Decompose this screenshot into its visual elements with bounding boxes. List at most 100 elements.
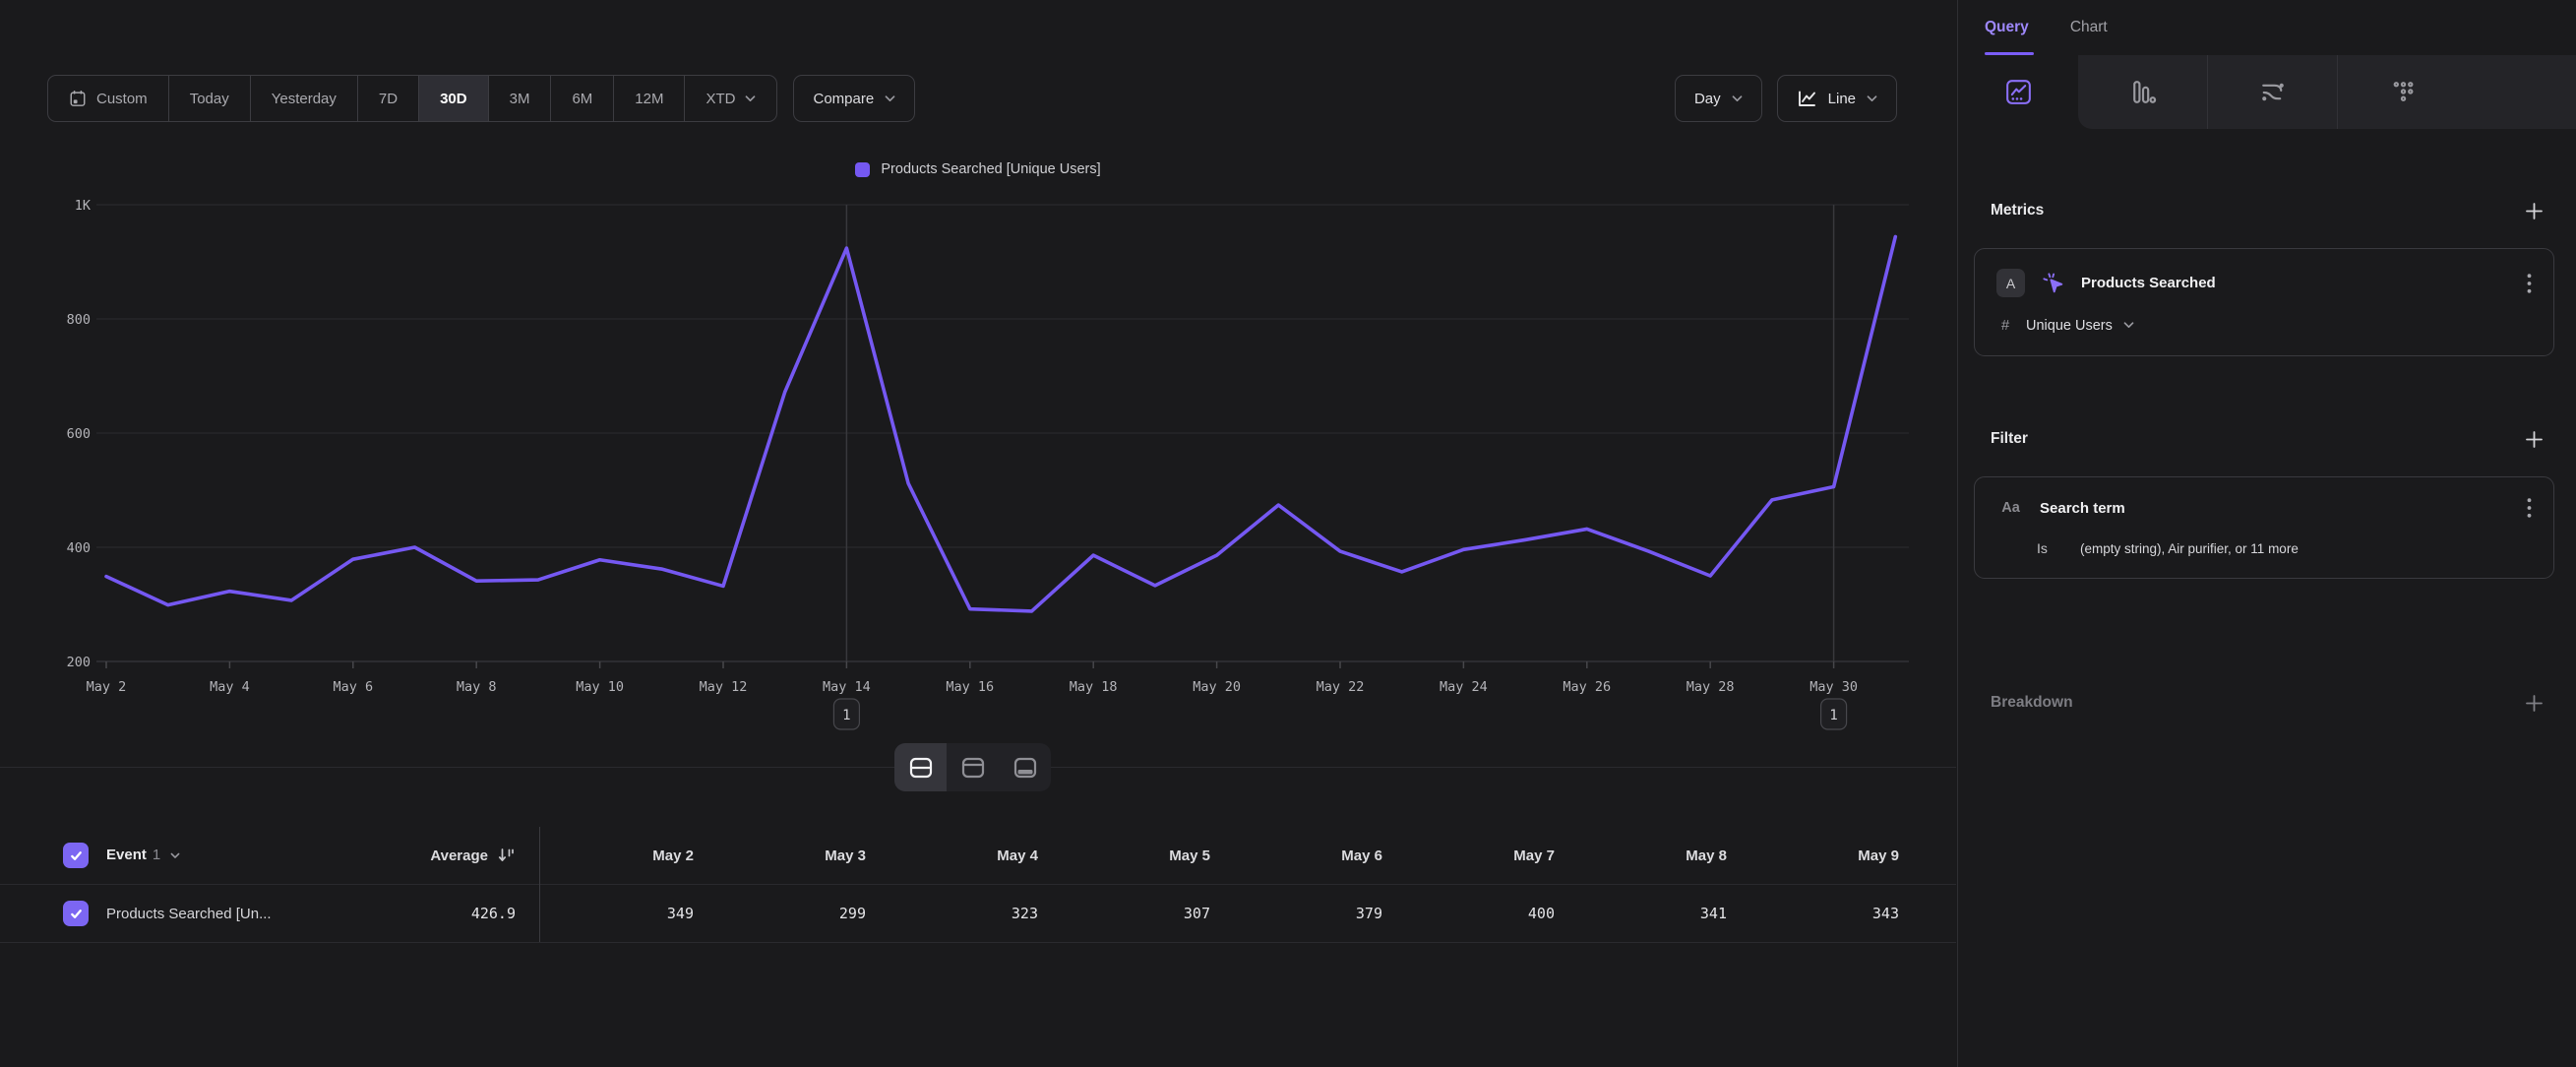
series-name: Products Searched [Un... <box>106 906 272 922</box>
aggregation-label: Unique Users <box>2026 318 2113 334</box>
column-header[interactable]: May 9 <box>1745 847 1917 864</box>
date-header-columns: May 2May 3May 4May 5May 6May 7May 8May 9 <box>539 847 1917 864</box>
filter-heading: Filter <box>1991 430 2028 448</box>
column-header[interactable]: May 7 <box>1400 847 1572 864</box>
flows-icon <box>2256 76 2289 108</box>
chart-type-button[interactable]: Line <box>1777 75 1897 122</box>
date-range-30d[interactable]: 30D <box>418 76 488 121</box>
column-header[interactable]: May 8 <box>1572 847 1745 864</box>
cell-value: 299 <box>711 905 884 922</box>
x-axis-label: May 16 <box>946 679 994 695</box>
cell-value: 400 <box>1400 905 1572 922</box>
filter-section-header: Filter <box>1991 425 2544 453</box>
x-axis-label: May 2 <box>87 679 127 695</box>
column-header[interactable]: May 2 <box>539 847 711 864</box>
x-axis-label: May 6 <box>333 679 373 695</box>
date-range-custom[interactable]: Custom <box>48 76 168 121</box>
average-header-cell[interactable]: Average <box>354 847 516 864</box>
metric-card[interactable]: A Products Searched # Unique Users <box>1974 248 2554 356</box>
add-breakdown-icon[interactable] <box>2525 694 2544 713</box>
query-type-insights[interactable] <box>1958 55 2078 129</box>
annotation-badge[interactable]: 1 <box>1821 699 1847 729</box>
breakdown-table: Event1 Average May 2May 3May 4May 5May 6… <box>0 827 1956 943</box>
table-column-divider <box>539 827 540 942</box>
cell-value: 379 <box>1228 905 1400 922</box>
data-series-line[interactable] <box>106 236 1895 610</box>
svg-text:1: 1 <box>842 708 850 723</box>
query-type-retention[interactable] <box>2337 55 2467 129</box>
x-axis-label: May 12 <box>700 679 748 695</box>
tab-query[interactable]: Query <box>1985 19 2029 36</box>
series-average: 426.9 <box>471 905 516 922</box>
aggregation-dropdown[interactable]: Unique Users <box>2026 318 2134 334</box>
filter-card[interactable]: Aa Search term Is (empty string), Air pu… <box>1974 476 2554 579</box>
breakdown-section-header: Breakdown <box>1991 689 2544 717</box>
kebab-menu-icon[interactable] <box>2527 497 2532 519</box>
y-axis-label: 400 <box>67 540 91 556</box>
event-header-cell: Event1 <box>0 843 354 868</box>
date-range-today[interactable]: Today <box>168 76 250 121</box>
table-view-button[interactable] <box>999 743 1051 791</box>
filter-value[interactable]: (empty string), Air purifier, or 11 more <box>2080 541 2299 556</box>
chevron-down-icon <box>170 852 180 859</box>
legend-label[interactable]: Products Searched [Unique Users] <box>881 161 1100 177</box>
date-range-yesterday[interactable]: Yesterday <box>250 76 357 121</box>
table-header-row: Event1 Average May 2May 3May 4May 5May 6… <box>0 827 1956 885</box>
query-type-flows[interactable] <box>2207 55 2337 129</box>
compare-button[interactable]: Compare <box>793 75 915 122</box>
chart-controls: Day Line <box>1675 75 1897 122</box>
series-checkbox[interactable] <box>63 901 89 926</box>
tab-chart[interactable]: Chart <box>2070 19 2108 36</box>
layout-switcher <box>894 743 1051 791</box>
aggregation-type-icon: # <box>1996 317 2014 334</box>
event-header-dropdown[interactable]: Event1 <box>106 847 180 864</box>
column-header[interactable]: May 6 <box>1228 847 1400 864</box>
string-type-icon: Aa <box>1996 500 2025 516</box>
column-header[interactable]: May 5 <box>1056 847 1228 864</box>
granularity-button[interactable]: Day <box>1675 75 1762 122</box>
chevron-down-icon <box>2123 322 2134 329</box>
funnels-icon <box>2127 77 2158 107</box>
compare-label: Compare <box>813 91 874 107</box>
column-header[interactable]: May 3 <box>711 847 884 864</box>
add-filter-icon[interactable] <box>2525 430 2544 449</box>
add-metric-icon[interactable] <box>2525 202 2544 220</box>
line-chart[interactable]: 1K800600400200May 2May 4May 6May 8May 10… <box>0 187 1956 743</box>
breakdown-heading: Breakdown <box>1991 694 2073 712</box>
select-all-checkbox[interactable] <box>63 843 89 868</box>
annotation-badge[interactable]: 1 <box>833 699 859 729</box>
chevron-down-icon <box>885 95 895 102</box>
analytics-app: { "colors": { "background": "#1a1a1c", "… <box>0 0 2576 1067</box>
split-view-button[interactable] <box>894 743 947 791</box>
column-header[interactable]: May 4 <box>884 847 1056 864</box>
date-range-7d[interactable]: 7D <box>357 76 418 121</box>
query-type-tab-strip <box>2078 55 2576 129</box>
sort-descending-icon <box>497 847 516 864</box>
date-range-6m[interactable]: 6M <box>550 76 613 121</box>
table-view-icon <box>1012 754 1039 782</box>
query-type-tabs <box>1958 55 2576 129</box>
check-icon <box>69 848 84 863</box>
query-type-funnels[interactable] <box>2078 55 2207 129</box>
chevron-down-icon <box>1867 95 1877 102</box>
date-range-control: CustomTodayYesterday7D30D3M6M12MXTD <box>47 75 777 122</box>
metric-letter-badge: A <box>1996 269 2025 297</box>
kebab-menu-icon[interactable] <box>2527 273 2532 294</box>
cell-value: 323 <box>884 905 1056 922</box>
date-range-xtd[interactable]: XTD <box>684 76 776 121</box>
date-range-3m[interactable]: 3M <box>488 76 551 121</box>
split-view-icon <box>907 754 935 782</box>
y-axis-label: 600 <box>67 426 91 442</box>
x-axis-label: May 14 <box>823 679 871 695</box>
event-cursor-icon <box>2040 270 2066 296</box>
filter-operator[interactable]: Is <box>2037 540 2055 556</box>
x-axis-label: May 24 <box>1440 679 1488 695</box>
series-cell: Products Searched [Un... <box>0 901 354 926</box>
x-axis-label: May 10 <box>576 679 624 695</box>
table-row[interactable]: Products Searched [Un... 426.9 349299323… <box>0 885 1956 943</box>
chart-view-button[interactable] <box>947 743 999 791</box>
legend-swatch <box>855 162 870 177</box>
x-axis-label: May 30 <box>1809 679 1858 695</box>
date-range-12m[interactable]: 12M <box>613 76 684 121</box>
chart-legend: Products Searched [Unique Users] <box>0 161 1956 177</box>
